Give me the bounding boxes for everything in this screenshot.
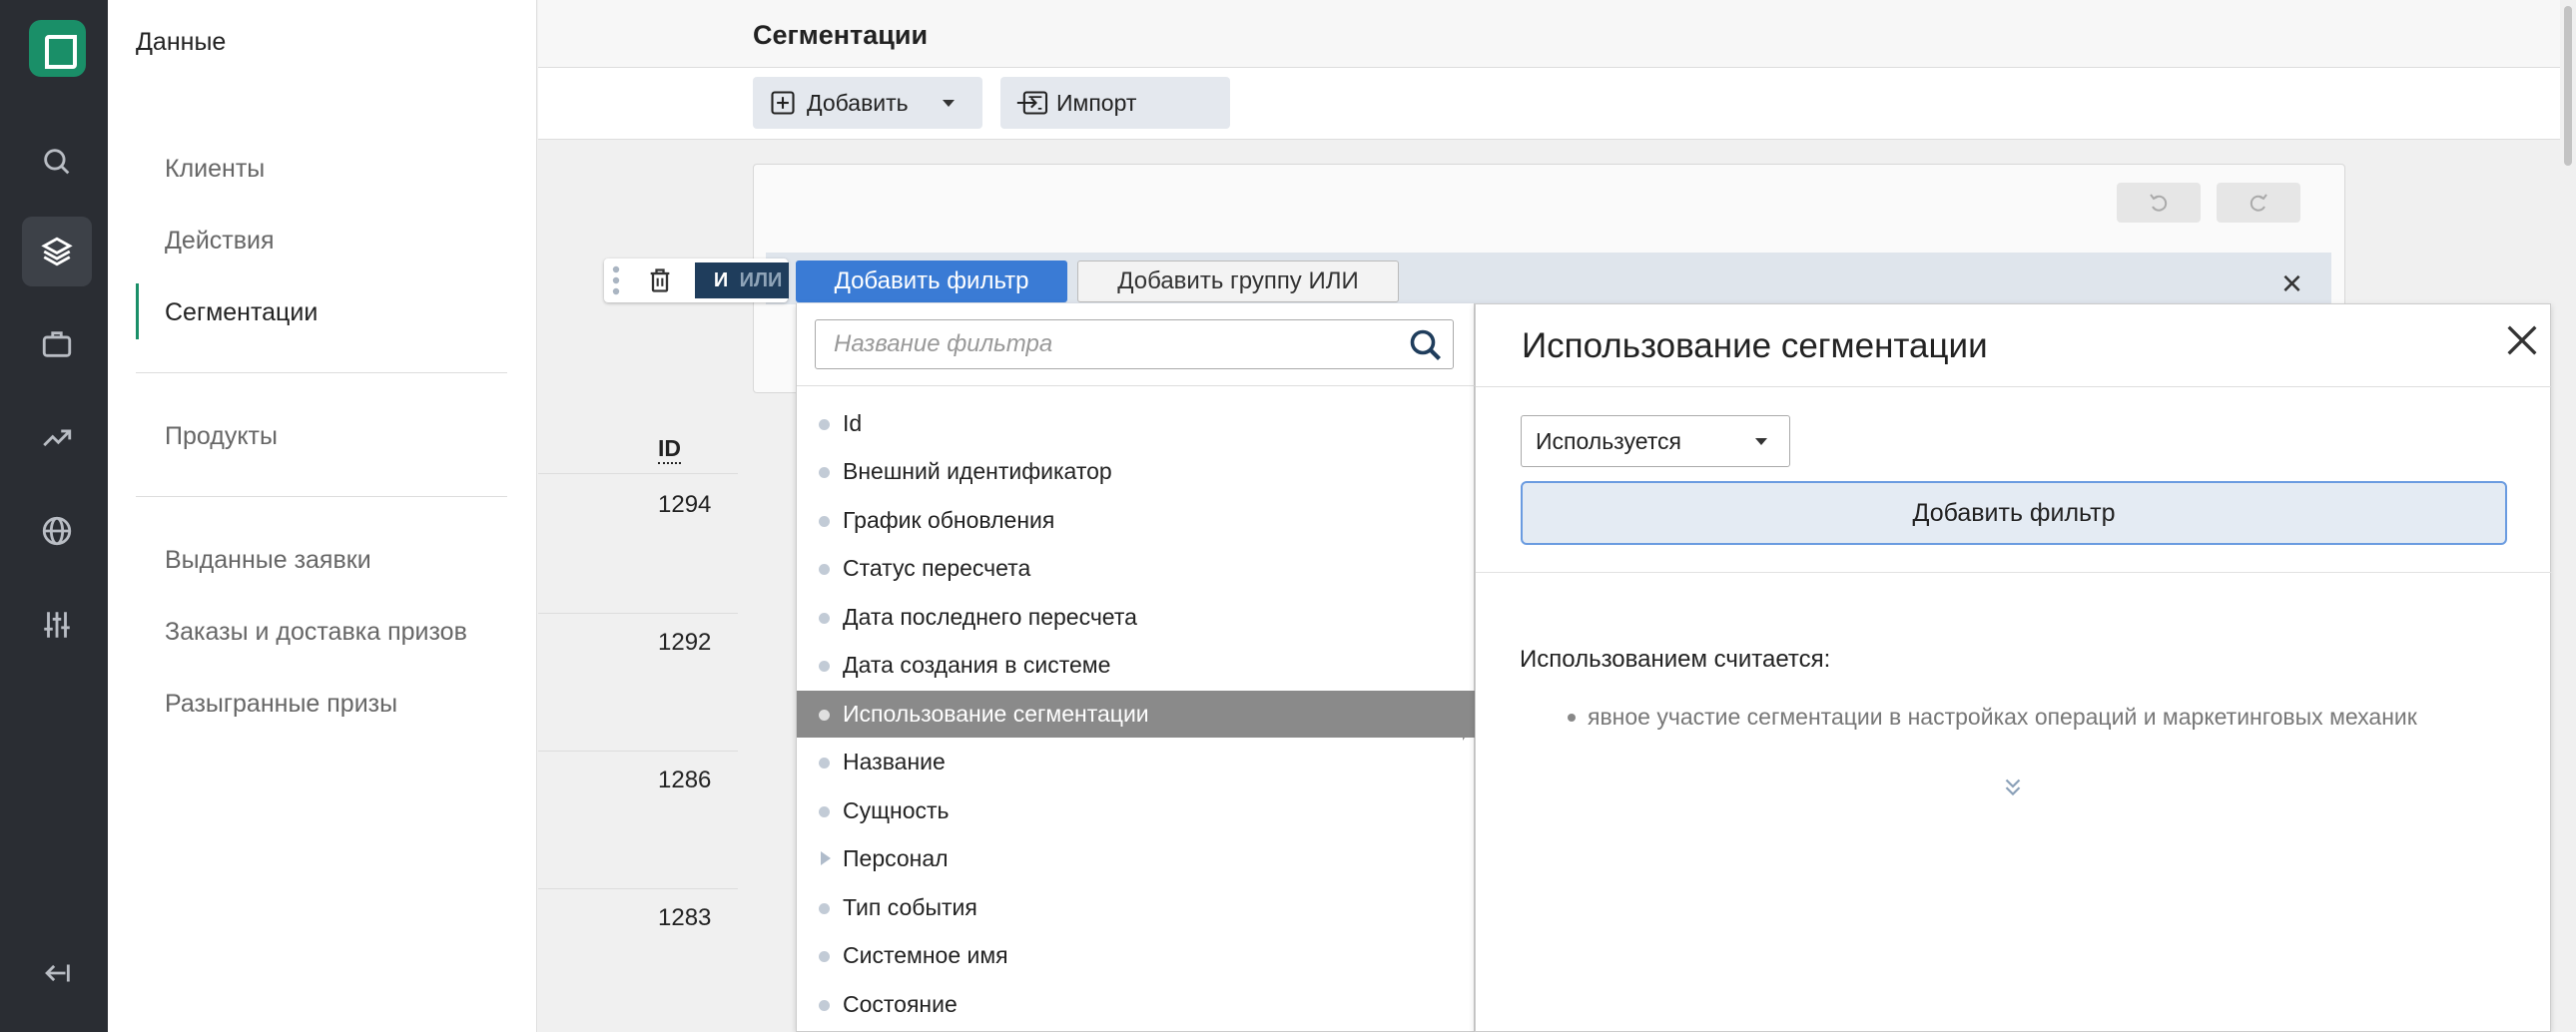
bullet-icon: [819, 516, 830, 527]
bullet-icon: [819, 613, 830, 624]
import-button-label: Импорт: [1056, 89, 1137, 116]
chevrons-down-icon[interactable]: [2000, 774, 2026, 799]
search-icon[interactable]: [22, 127, 92, 197]
filter-item-update-schedule[interactable]: График обновления: [797, 497, 1476, 544]
usage-description-label: Использованием считается:: [1520, 646, 1831, 673]
drag-handle-icon[interactable]: [610, 264, 622, 296]
or-toggle[interactable]: ИЛИ: [733, 262, 789, 298]
sidebar-item-issued-requests[interactable]: Выданные заявки: [165, 546, 371, 575]
sidebar-item-segmentations[interactable]: Сегментации: [165, 298, 318, 327]
bullet-icon: [819, 467, 830, 478]
detail-divider: [1476, 386, 2552, 387]
usage-select-value: Используется: [1536, 427, 1681, 454]
table-divider: [538, 888, 738, 889]
sidebar-item-prizes-drawn[interactable]: Разыгранные призы: [165, 690, 397, 719]
bullet-icon: [819, 710, 830, 721]
undo-button[interactable]: [2117, 183, 2201, 223]
filter-dropdown: Id Внешний идентификатор График обновлен…: [796, 303, 1476, 1032]
page-title: Сегментации: [753, 20, 929, 50]
search-icon[interactable]: [1408, 327, 1444, 363]
sidebar-item-clients[interactable]: Клиенты: [165, 155, 265, 184]
bullet-icon: [819, 419, 830, 430]
filter-item-recalc-status[interactable]: Статус пересчета: [797, 545, 1476, 592]
table-row-id: 1283: [658, 904, 712, 931]
bullet-icon: [819, 564, 830, 575]
toolbar: Добавить Импорт: [538, 68, 2576, 140]
close-icon[interactable]: ×: [2281, 262, 2302, 304]
usage-description-item: явное участие сегментации в настройках о…: [1588, 704, 2417, 730]
import-icon: [1016, 91, 1048, 115]
plus-square-icon: [771, 91, 795, 115]
filter-detail-panel: Использование сегментации Используется Д…: [1475, 303, 2552, 1032]
redo-button[interactable]: [2217, 183, 2300, 223]
collapse-sidebar-icon[interactable]: [22, 938, 92, 1008]
nav-divider: [136, 496, 507, 497]
add-button[interactable]: Добавить: [753, 77, 982, 129]
filter-item-last-recalc-date[interactable]: Дата последнего пересчета: [797, 594, 1476, 641]
bullet-icon: [819, 661, 830, 672]
chevron-down-icon: [1755, 438, 1767, 445]
table-divider: [538, 751, 738, 752]
redo-icon: [2250, 194, 2267, 212]
table-row-id: 1292: [658, 629, 712, 656]
scrollbar-thumb[interactable]: [2564, 6, 2572, 166]
sliders-icon[interactable]: [22, 590, 92, 660]
filter-item-staff[interactable]: Персонал: [797, 835, 1476, 882]
bullet-icon: [819, 903, 830, 914]
page-header: Сегментации: [538, 0, 2576, 68]
close-icon[interactable]: [2502, 320, 2542, 360]
detail-add-filter-button[interactable]: Добавить фильтр: [1521, 481, 2507, 545]
page-scrollbar[interactable]: [2560, 0, 2576, 1032]
id-column-header[interactable]: ID: [658, 435, 681, 464]
section-nav: Данные Клиенты Действия Сегментации Прод…: [108, 0, 537, 1032]
filter-item-segmentation-usage[interactable]: Использование сегментации: [797, 691, 1476, 738]
sidebar-item-prize-orders[interactable]: Заказы и доставка призов: [165, 618, 467, 647]
filter-item-id[interactable]: Id: [797, 400, 1476, 447]
nav-title: Данные: [136, 28, 227, 56]
add-or-group-button[interactable]: Добавить группу ИЛИ: [1077, 260, 1399, 302]
layers-icon[interactable]: [22, 217, 92, 286]
table-divider: [538, 473, 738, 474]
detail-title: Использование сегментации: [1522, 326, 1988, 365]
bullet-icon: [819, 758, 830, 769]
chevron-down-icon[interactable]: [943, 100, 955, 107]
trash-icon[interactable]: [646, 266, 674, 294]
bullet-icon: [819, 806, 830, 817]
table-row-id: 1294: [658, 491, 712, 518]
usage-select[interactable]: Используется: [1521, 415, 1790, 467]
sidebar-item-products[interactable]: Продукты: [165, 422, 278, 451]
bullet-icon: [819, 1000, 830, 1011]
table-row-id: 1286: [658, 767, 712, 793]
filter-item-system-name[interactable]: Системное имя: [797, 932, 1476, 979]
bullet-icon: [1568, 714, 1576, 722]
bullet-icon: [819, 951, 830, 962]
filter-item-created-date[interactable]: Дата создания в системе: [797, 642, 1476, 689]
undo-icon: [2150, 194, 2168, 212]
filter-item-external-id[interactable]: Внешний идентификатор: [797, 448, 1476, 495]
filter-item-event-type[interactable]: Тип события: [797, 884, 1476, 931]
nav-divider: [136, 372, 507, 373]
expand-triangle-icon[interactable]: [821, 851, 831, 865]
add-button-label: Добавить: [807, 89, 909, 116]
filter-item-name[interactable]: Название: [797, 739, 1476, 785]
active-marker: [136, 283, 139, 339]
list-divider: [797, 385, 1476, 386]
briefcase-icon[interactable]: [22, 309, 92, 379]
import-button[interactable]: Импорт: [1000, 77, 1230, 129]
filter-search-input[interactable]: [815, 319, 1454, 369]
table-divider: [538, 613, 738, 614]
detail-divider: [1476, 572, 2552, 573]
filter-item-entity[interactable]: Сущность: [797, 787, 1476, 834]
icon-rail: [0, 0, 108, 1032]
app-logo-icon[interactable]: [29, 20, 86, 77]
filter-item-state[interactable]: Состояние: [797, 981, 1476, 1028]
globe-icon[interactable]: [22, 496, 92, 566]
sidebar-item-actions[interactable]: Действия: [165, 227, 275, 256]
trending-up-icon[interactable]: [22, 403, 92, 473]
add-filter-button[interactable]: Добавить фильтр: [796, 260, 1067, 302]
